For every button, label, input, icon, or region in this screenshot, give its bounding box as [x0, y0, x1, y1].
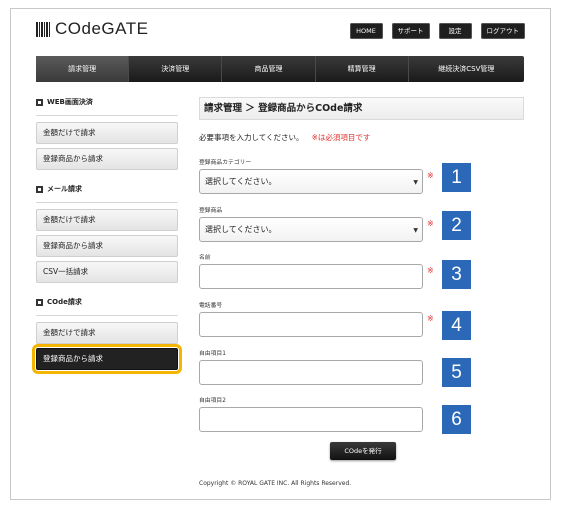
product-select[interactable]: 選択してください。 ▼	[199, 217, 423, 242]
category-select[interactable]: 選択してください。 ▼	[199, 169, 423, 194]
caret-down-icon: ▼	[413, 227, 418, 234]
required-mark: ※	[427, 171, 434, 180]
sidebar-section-title: メール請求	[47, 185, 82, 193]
form-field-name: 名前 ※	[199, 252, 434, 289]
step-badge: 6	[442, 405, 471, 434]
settings-button[interactable]: 設定	[438, 23, 472, 39]
sidebar-section-web: WEB画面決済	[36, 95, 178, 109]
support-button[interactable]: サポート	[391, 23, 430, 39]
field-label: 電話番号	[199, 303, 223, 309]
required-note: ※は必須項目です	[311, 133, 371, 142]
name-input[interactable]	[199, 264, 423, 289]
sidebar-item-code-product[interactable]: 登録商品から請求	[32, 344, 182, 374]
square-bullet-icon	[36, 98, 43, 106]
logout-button[interactable]: ログアウト	[480, 23, 525, 39]
free-field-1-input[interactable]	[199, 360, 423, 385]
logo-text: COdeGATE	[55, 19, 149, 38]
step-badge: 1	[442, 163, 471, 192]
sidebar: WEB画面決済 金額だけで請求 登録商品から請求 メール請求 金額だけで請求 登…	[32, 95, 182, 374]
form-field-category: 登録商品カテゴリー 選択してください。 ▼ ※	[199, 157, 434, 194]
required-mark: ※	[427, 314, 434, 323]
sidebar-section-title: WEB画面決済	[47, 98, 93, 106]
home-button[interactable]: HOME	[349, 23, 383, 39]
sidebar-item-mail-amount[interactable]: 金額だけで請求	[36, 209, 178, 231]
form-field-free2: 自由項目2	[199, 395, 423, 432]
field-label: 登録商品	[199, 208, 223, 214]
free-field-2-input[interactable]	[199, 407, 423, 432]
select-value: 選択してください。	[205, 225, 277, 234]
page-title: 請求管理 ＞ 登録商品からCOde請求	[199, 97, 524, 120]
instruction: 必要事項を入力してください。	[199, 133, 304, 142]
tab-billing[interactable]: 請求管理	[36, 56, 130, 82]
phone-input[interactable]	[199, 312, 423, 337]
tab-products[interactable]: 商品管理	[222, 56, 316, 82]
main-content: 請求管理 ＞ 登録商品からCOde請求 必要事項を入力してください。 ※は必須項目…	[199, 97, 524, 487]
form-field-phone: 電話番号 ※	[199, 300, 434, 337]
tab-payment[interactable]: 決済管理	[129, 56, 223, 82]
field-label: 自由項目1	[199, 351, 226, 357]
step-badge: 4	[442, 311, 471, 340]
sidebar-section-title: COde請求	[47, 298, 82, 306]
logo[interactable]: COdeGATE	[36, 19, 148, 39]
main-nav: 請求管理 決済管理 商品管理 精算管理 継続決済CSV管理	[36, 56, 524, 82]
divider	[36, 202, 178, 203]
tab-settlement[interactable]: 精算管理	[316, 56, 409, 82]
sidebar-item-web-product[interactable]: 登録商品から請求	[36, 148, 178, 170]
sidebar-section-mail: メール請求	[36, 182, 178, 196]
required-mark: ※	[427, 266, 434, 275]
sidebar-item-mail-product[interactable]: 登録商品から請求	[36, 235, 178, 257]
step-badge: 5	[442, 358, 471, 387]
caret-down-icon: ▼	[413, 179, 418, 186]
issue-code-button[interactable]: COdeを発行	[330, 442, 396, 460]
field-label: 登録商品カテゴリー	[199, 160, 252, 166]
tab-recurring-csv[interactable]: 継続決済CSV管理	[409, 56, 524, 82]
sidebar-item-mail-csv[interactable]: CSV一括請求	[36, 261, 178, 283]
instruction-text: 必要事項を入力してください。 ※は必須項目です	[199, 132, 524, 143]
step-badge: 3	[442, 260, 471, 289]
required-mark: ※	[427, 219, 434, 228]
square-bullet-icon	[36, 298, 43, 306]
field-label: 自由項目2	[199, 398, 226, 404]
sidebar-item-code-amount[interactable]: 金額だけで請求	[36, 322, 178, 344]
field-label: 名前	[199, 255, 211, 261]
step-badge: 2	[442, 211, 471, 240]
copyright: Copyright © ROYAL GATE INC. All Rights R…	[199, 480, 352, 487]
divider	[36, 115, 178, 116]
select-value: 選択してください。	[205, 177, 277, 186]
barcode-icon	[36, 21, 51, 37]
divider	[36, 315, 178, 316]
sidebar-section-code: COde請求	[36, 295, 178, 309]
form-field-free1: 自由項目1	[199, 348, 423, 385]
sidebar-item-web-amount[interactable]: 金額だけで請求	[36, 122, 178, 144]
form-field-product: 登録商品 選択してください。 ▼ ※	[199, 205, 434, 242]
square-bullet-icon	[36, 185, 43, 193]
top-nav: HOME サポート 設定 ログアウト	[349, 23, 525, 39]
